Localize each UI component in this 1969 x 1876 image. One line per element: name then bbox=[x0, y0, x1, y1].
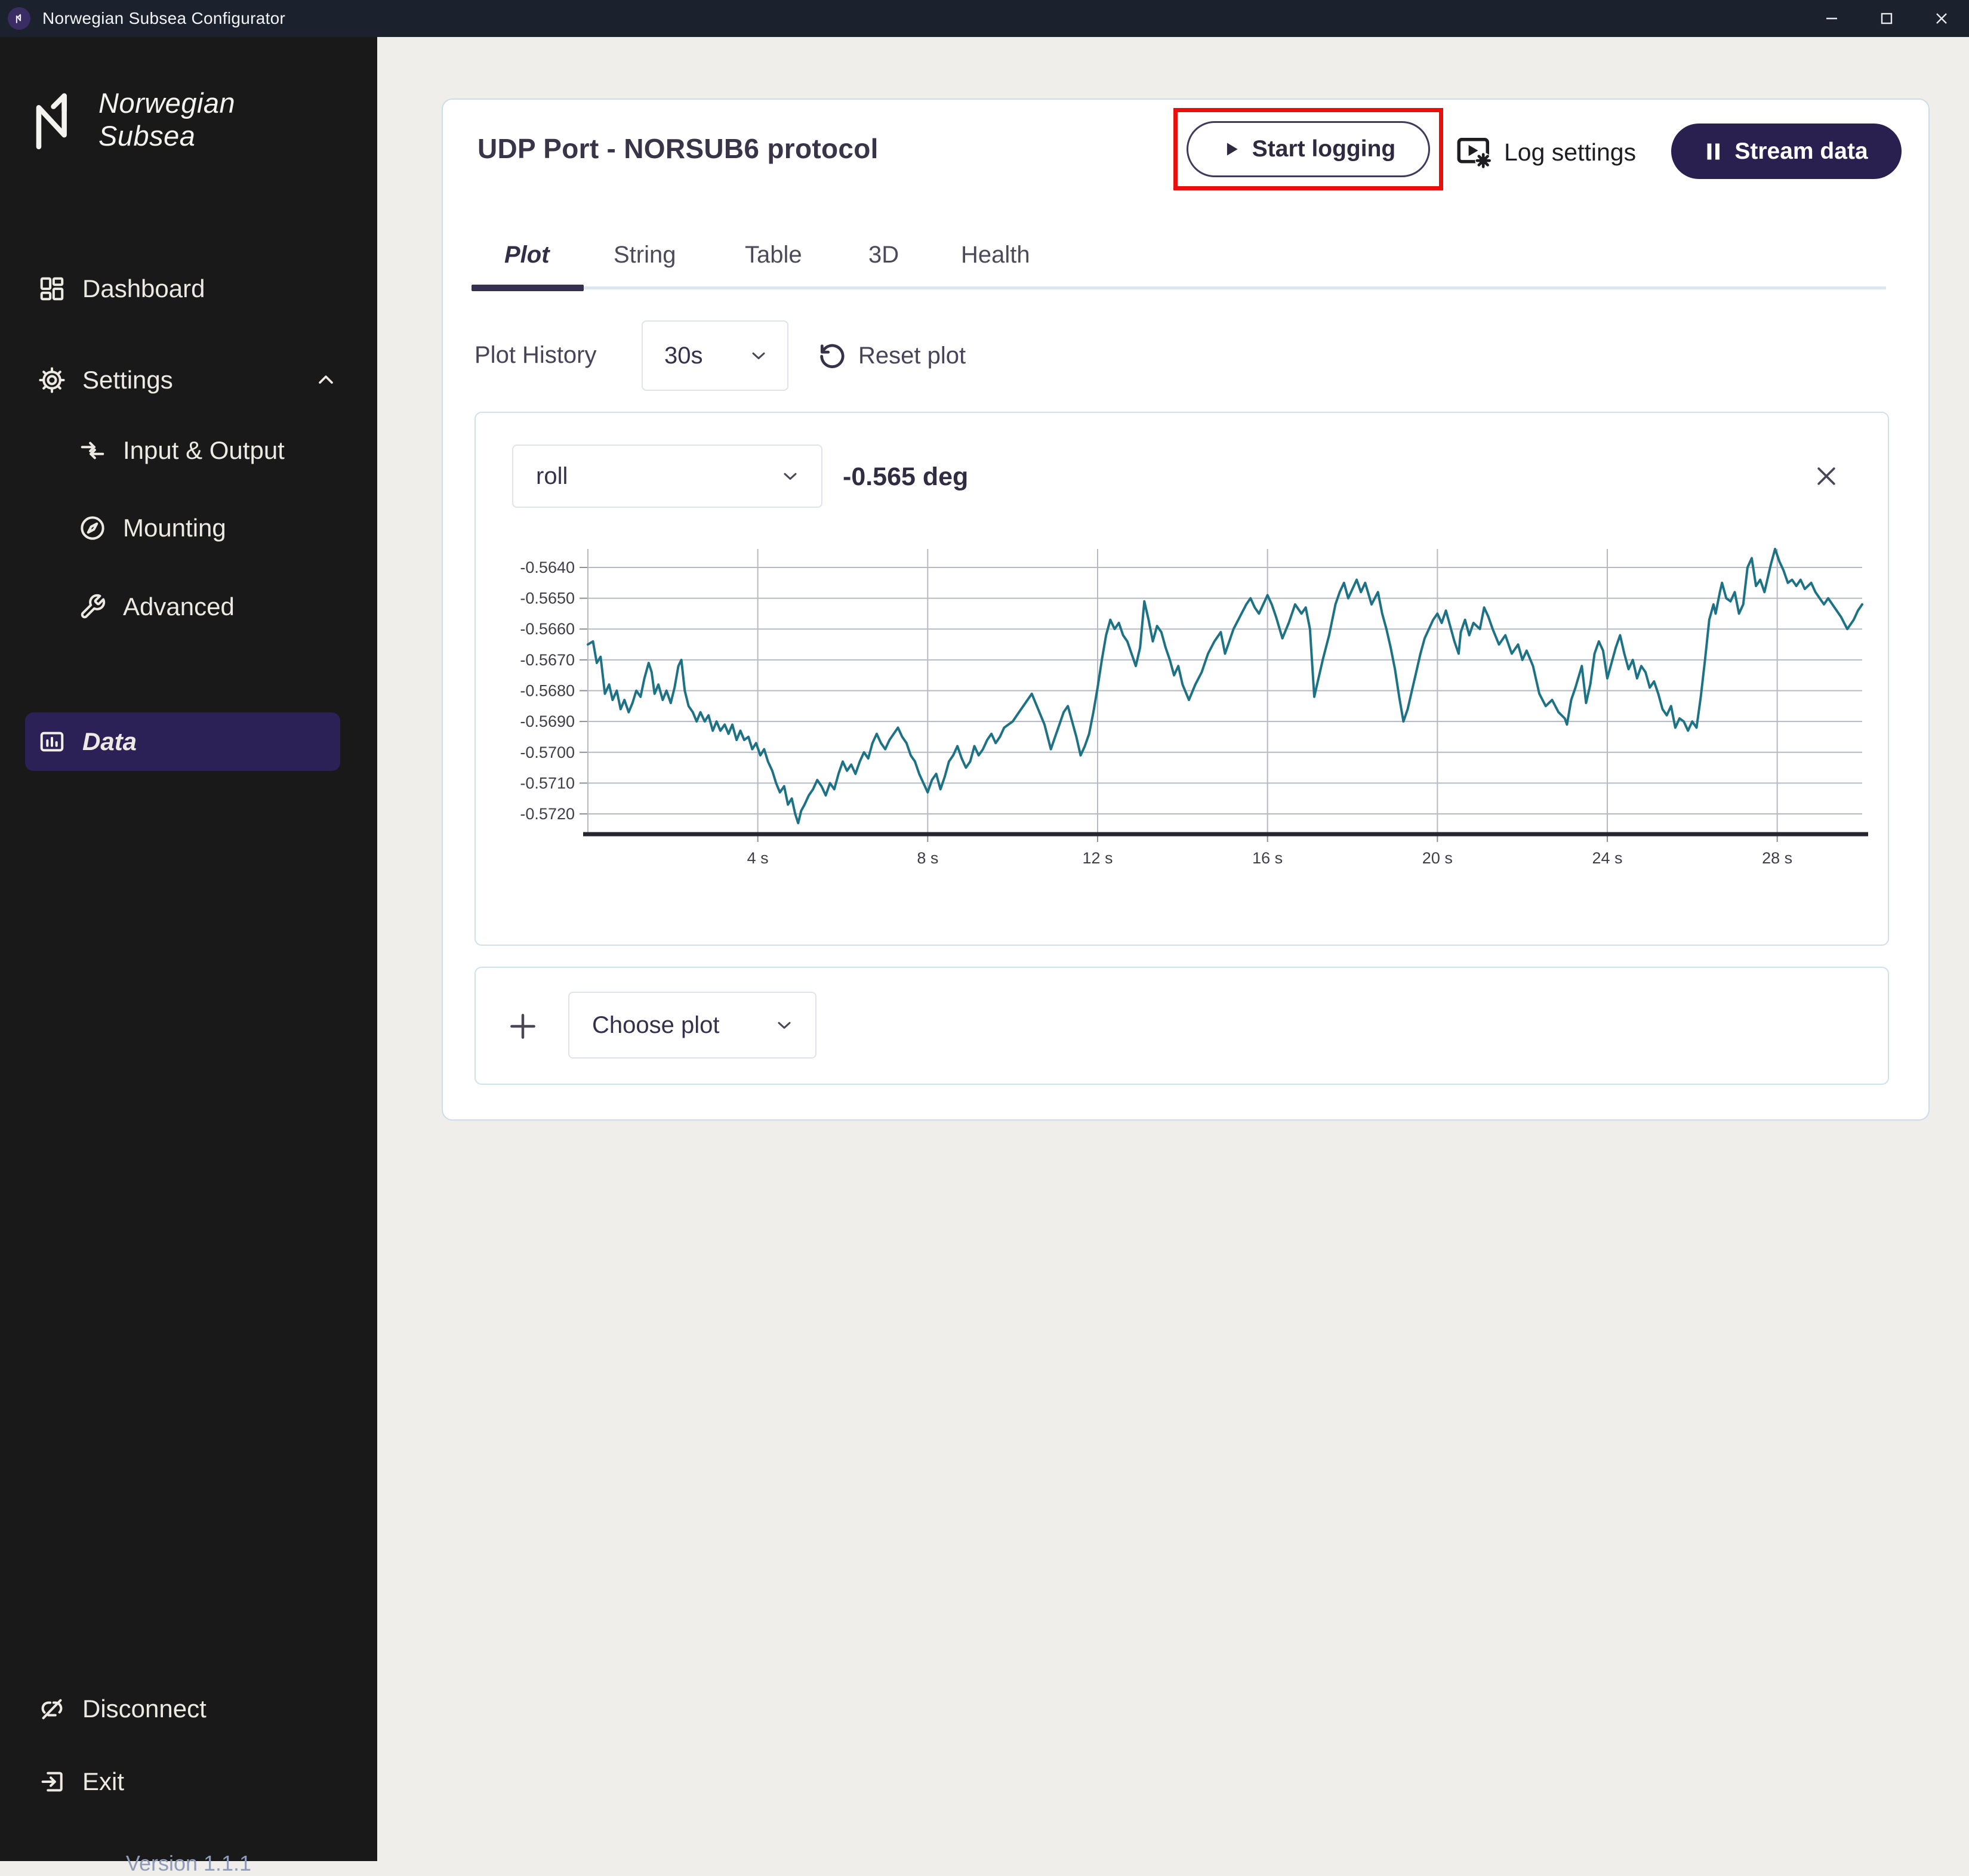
wrench-icon bbox=[81, 594, 106, 619]
svg-text:-0.5690: -0.5690 bbox=[520, 712, 575, 730]
remove-plot-button[interactable] bbox=[1811, 461, 1842, 492]
bar-chart-icon bbox=[40, 732, 64, 752]
reset-icon bbox=[820, 344, 845, 368]
minimize-button[interactable] bbox=[1804, 0, 1859, 37]
app-icon bbox=[8, 7, 30, 30]
svg-text:-0.5660: -0.5660 bbox=[520, 620, 575, 638]
sidebar-item-label: Exit bbox=[82, 1767, 125, 1795]
svg-text:8 s: 8 s bbox=[917, 849, 938, 867]
start-logging-button[interactable]: Start logging bbox=[1187, 121, 1430, 177]
brand-logo-line2: Subsea bbox=[98, 120, 196, 152]
version-label: Version 1.1.1 bbox=[125, 1851, 252, 1875]
sidebar-item-advanced[interactable]: Advanced bbox=[0, 576, 377, 638]
tab-divider bbox=[472, 286, 1886, 289]
input-output-icon bbox=[81, 442, 104, 459]
sidebar-item-mounting[interactable]: Mounting bbox=[0, 497, 377, 559]
svg-text:24 s: 24 s bbox=[1592, 849, 1622, 867]
sidebar-item-label: Dashboard bbox=[82, 274, 205, 303]
sidebar-item-settings[interactable]: Settings bbox=[0, 349, 377, 411]
sidebar-item-label: Input & Output bbox=[123, 436, 285, 464]
stream-data-button[interactable]: Stream data bbox=[1671, 124, 1902, 179]
log-settings-label: Log settings bbox=[1504, 138, 1637, 166]
tab-string[interactable]: String bbox=[614, 242, 676, 269]
close-button[interactable] bbox=[1914, 0, 1969, 37]
log-settings-icon bbox=[1457, 138, 1492, 169]
plot-history-select[interactable]: 30s bbox=[642, 320, 788, 391]
sidebar-item-label: Mounting bbox=[123, 514, 226, 542]
sidebar-item-data[interactable]: Data bbox=[25, 712, 340, 771]
log-settings-button[interactable]: Log settings bbox=[1455, 122, 1636, 182]
channel-value: roll bbox=[536, 462, 568, 489]
choose-plot-value: Choose plot bbox=[592, 1011, 720, 1038]
pause-icon bbox=[1707, 143, 1720, 159]
sidebar-item-label: Data bbox=[82, 727, 137, 755]
tab-health[interactable]: Health bbox=[961, 242, 1030, 269]
sidebar-item-label: Disconnect bbox=[82, 1695, 207, 1723]
roll-line-chart: -0.5640 -0.5650 -0.5660 -0.5670 -0.5680 -0.56… bbox=[520, 548, 1868, 867]
page-title: UDP Port - NORSUB6 protocol bbox=[477, 133, 879, 164]
reset-plot-label: Reset plot bbox=[858, 342, 966, 369]
plot-history-label: Plot History bbox=[474, 342, 597, 368]
svg-text:12 s: 12 s bbox=[1082, 849, 1113, 867]
sidebar-item-exit[interactable]: Exit bbox=[0, 1751, 377, 1813]
svg-text:-0.5680: -0.5680 bbox=[520, 682, 575, 700]
brand-logo: Norwegian Subsea bbox=[25, 84, 235, 155]
sidebar-item-input-output[interactable]: Input & Output bbox=[0, 419, 377, 482]
exit-icon bbox=[41, 1772, 63, 1792]
plot-history-value: 30s bbox=[664, 342, 703, 369]
chevron-up-icon bbox=[319, 375, 333, 384]
svg-text:-0.5650: -0.5650 bbox=[520, 590, 575, 607]
channel-select[interactable]: roll bbox=[512, 445, 822, 508]
svg-text:28 s: 28 s bbox=[1762, 849, 1792, 867]
svg-text:-0.5710: -0.5710 bbox=[520, 774, 575, 792]
tab-3d[interactable]: 3D bbox=[868, 242, 899, 269]
chevron-down-icon bbox=[752, 352, 765, 359]
window-title: Norwegian Subsea Configurator bbox=[42, 9, 286, 27]
dashboard-icon bbox=[40, 277, 64, 301]
sidebar: Norwegian Subsea Dashboard Settings Inpu… bbox=[0, 37, 377, 1875]
sidebar-item-dashboard[interactable]: Dashboard bbox=[0, 258, 377, 320]
tab-active-indicator bbox=[472, 285, 584, 291]
tab-plot[interactable]: Plot bbox=[504, 242, 550, 269]
choose-plot-select[interactable]: Choose plot bbox=[568, 992, 816, 1059]
svg-text:-0.5700: -0.5700 bbox=[520, 743, 575, 761]
close-icon bbox=[1936, 13, 1947, 24]
close-icon bbox=[1817, 467, 1835, 485]
maximize-icon bbox=[1881, 13, 1893, 24]
svg-text:20 s: 20 s bbox=[1422, 849, 1453, 867]
sidebar-item-disconnect[interactable]: Disconnect bbox=[0, 1678, 377, 1740]
disconnect-icon bbox=[41, 1699, 63, 1720]
svg-text:-0.5670: -0.5670 bbox=[520, 651, 575, 669]
title-bar: Norwegian Subsea Configurator bbox=[0, 0, 1969, 37]
play-icon bbox=[1227, 143, 1238, 156]
sidebar-item-label: Advanced bbox=[123, 593, 235, 621]
svg-text:-0.5720: -0.5720 bbox=[520, 805, 575, 823]
sidebar-item-label: Settings bbox=[82, 366, 173, 394]
window-controls bbox=[1804, 0, 1969, 37]
current-reading: -0.565 deg bbox=[843, 462, 969, 491]
svg-text:16 s: 16 s bbox=[1252, 849, 1283, 867]
logo-mark-icon bbox=[16, 14, 21, 23]
brand-logo-mark-icon bbox=[36, 93, 67, 150]
reset-plot-button[interactable]: Reset plot bbox=[816, 334, 966, 377]
minimize-icon bbox=[1826, 17, 1837, 20]
brand-logo-text: Norwegian Subsea bbox=[98, 87, 235, 152]
tab-table[interactable]: Table bbox=[745, 242, 802, 269]
gear-icon bbox=[39, 367, 65, 393]
brand-logo-line1: Norwegian bbox=[98, 87, 236, 119]
start-logging-label: Start logging bbox=[1252, 136, 1396, 162]
maximize-button[interactable] bbox=[1859, 0, 1914, 37]
compass-icon bbox=[81, 516, 104, 540]
svg-text:4 s: 4 s bbox=[747, 849, 769, 867]
chevron-down-icon bbox=[778, 1022, 791, 1029]
stream-data-label: Stream data bbox=[1734, 138, 1868, 164]
add-plot-button[interactable] bbox=[506, 1010, 540, 1043]
svg-text:-0.5640: -0.5640 bbox=[520, 559, 575, 576]
chevron-down-icon bbox=[784, 473, 797, 480]
